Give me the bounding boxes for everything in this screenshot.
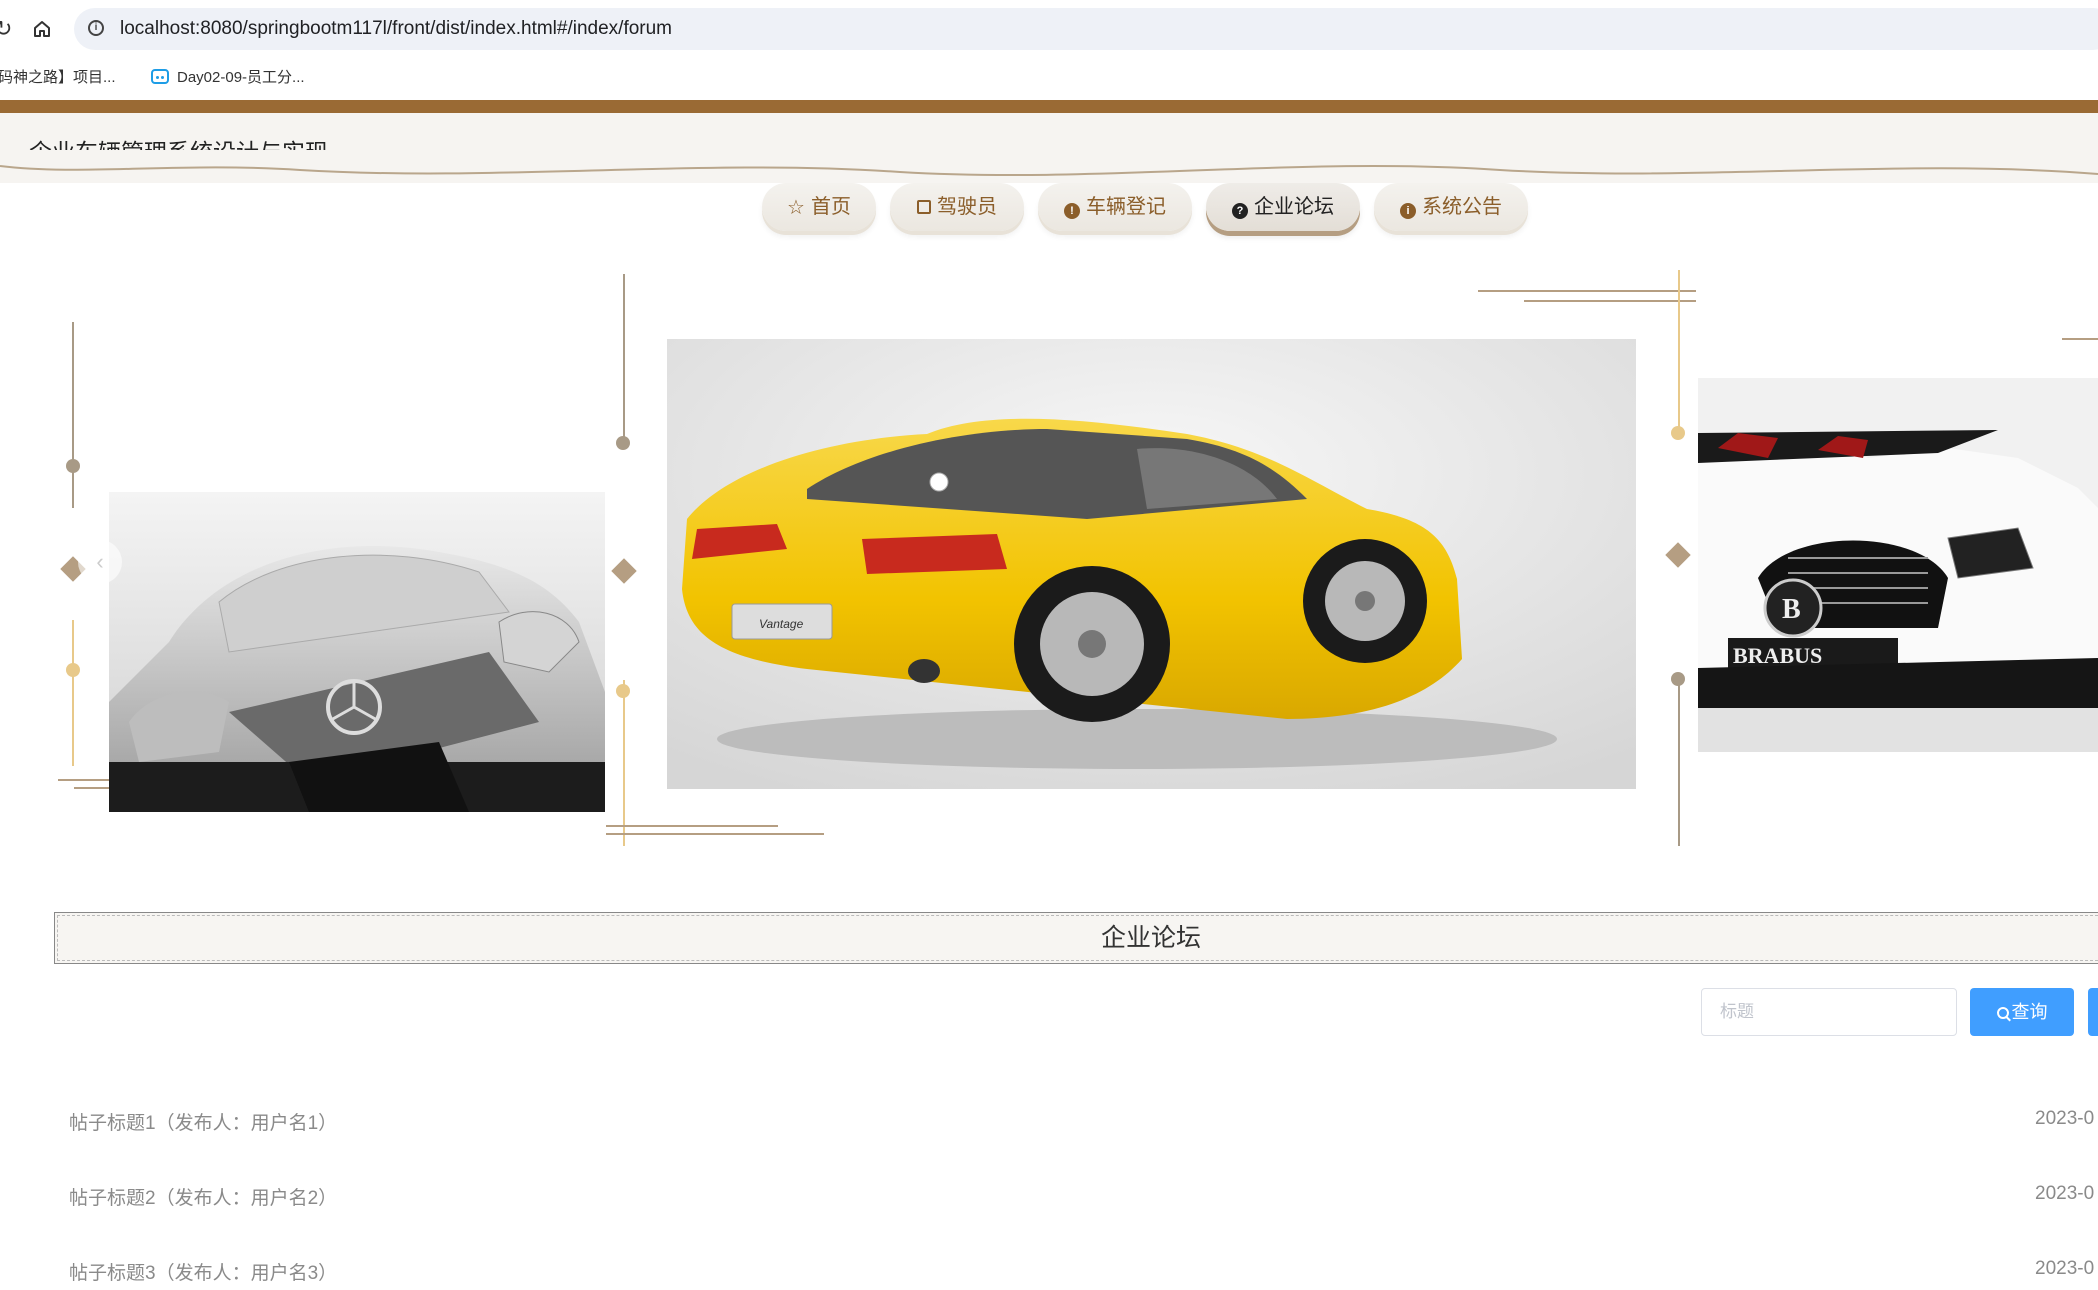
nav-item-announcements[interactable]: i 系统公告: [1374, 183, 1528, 231]
nav-item-forum[interactable]: ? 企业论坛: [1206, 183, 1360, 231]
section-title-text: 企业论坛: [1101, 924, 1202, 952]
url-text[interactable]: localhost:8080/springbootm117l/front/dis…: [120, 18, 672, 40]
vantage-plate-text: Vantage: [759, 617, 804, 631]
search-icon: [1996, 1007, 2009, 1019]
slide-white-brabus[interactable]: B BRABUS: [1698, 378, 2098, 752]
site-info-icon[interactable]: i: [88, 20, 104, 36]
decor-line: [1478, 290, 1696, 292]
title-search-input[interactable]: [1701, 988, 1957, 1036]
slide-silver-mercedes[interactable]: [109, 492, 605, 812]
post-title[interactable]: 帖子标题3（发布人：用户名3）: [69, 1258, 337, 1285]
nav-label: 系统公告: [1422, 196, 1502, 218]
decor-line: [2062, 338, 2098, 340]
bookmarks-bar: 码神之路】项目... Day02-09-员工分...: [0, 58, 2098, 98]
question-circle-icon: ?: [1232, 203, 1248, 219]
carousel-indicator[interactable]: [1156, 1020, 1186, 1034]
white-brabus-convertible-car: B BRABUS: [1698, 378, 2098, 752]
decor-line: [1678, 270, 1680, 436]
post-title[interactable]: 帖子标题1（发布人：用户名1）: [69, 1108, 337, 1135]
bag-icon: [917, 200, 931, 214]
decor-line: [623, 680, 625, 846]
carousel-indicator[interactable]: [1196, 1020, 1210, 1034]
decor-knob: [1671, 672, 1685, 686]
decor-diamond: [611, 558, 637, 584]
decor-knob: [1671, 426, 1685, 440]
browser-chrome: ↻ i localhost:8080/springbootm117l/front…: [0, 0, 2098, 100]
slide-yellow-aston-martin[interactable]: Vantage: [667, 339, 1636, 789]
forum-section-title: 企业论坛: [54, 912, 2098, 964]
address-bar[interactable]: i localhost:8080/springbootm117l/front/d…: [74, 8, 2098, 50]
nav-label: 车辆登记: [1086, 196, 1166, 218]
star-icon: ☆: [787, 197, 805, 219]
info-circle-icon: i: [1400, 203, 1416, 219]
bookmark-label: 码神之路】项目...: [0, 69, 116, 86]
decor-line: [606, 833, 824, 835]
decor-line: [72, 322, 74, 508]
decor-line: [623, 274, 625, 440]
nav-label: 驾驶员: [937, 196, 997, 218]
header-wave-divider: [0, 150, 2098, 177]
decor-line: [72, 620, 74, 766]
carousel-prev-arrow[interactable]: ‹: [78, 540, 122, 584]
add-post-button[interactable]: [2088, 988, 2098, 1036]
bilibili-tv-icon: [151, 69, 169, 84]
decor-line: [606, 825, 778, 827]
decor-knob: [66, 459, 80, 473]
decor-knob: [66, 663, 80, 677]
decor-knob: [616, 684, 630, 698]
nav-label: 企业论坛: [1254, 196, 1334, 218]
decor-line: [1524, 300, 1696, 302]
post-title[interactable]: 帖子标题2（发布人：用户名2）: [69, 1183, 337, 1210]
search-button[interactable]: 查询: [1970, 988, 2074, 1036]
post-date: 2023-0: [2035, 1108, 2095, 1129]
top-brand-strip: [0, 100, 2098, 113]
nav-item-home[interactable]: ☆ 首页: [762, 183, 876, 231]
bookmark-item[interactable]: Day02-09-员工分...: [151, 66, 305, 90]
decor-diamond: [1665, 542, 1691, 568]
exclamation-circle-icon: !: [1064, 203, 1080, 219]
reload-icon[interactable]: ↻: [0, 16, 12, 42]
nav-item-drivers[interactable]: 驾驶员: [890, 183, 1024, 231]
nav-label: 首页: [811, 196, 851, 218]
brabus-badge-text: BRABUS: [1733, 643, 1822, 668]
post-date: 2023-0: [2035, 1258, 2095, 1279]
nav-item-vehicle-registration[interactable]: ! 车辆登记: [1038, 183, 1192, 231]
bookmark-label: Day02-09-员工分...: [177, 69, 305, 86]
carousel-indicator[interactable]: [1220, 1020, 1234, 1034]
decor-line: [1678, 680, 1680, 846]
yellow-aston-martin-car: Vantage: [667, 339, 1636, 789]
bookmark-item[interactable]: 码神之路】项目...: [0, 66, 116, 90]
forum-post-row[interactable]: 帖子标题1（发布人：用户名1） 2023-0: [69, 1100, 2098, 1140]
forum-post-row[interactable]: 帖子标题3（发布人：用户名3） 2023-0: [69, 1250, 2098, 1290]
svg-text:B: B: [1782, 594, 1801, 625]
silver-mercedes-car: [109, 492, 605, 812]
decor-knob: [616, 436, 630, 450]
address-row: ↻ i localhost:8080/springbootm117l/front…: [0, 0, 2098, 58]
car-carousel: ‹ Vantage B BRABUS: [0, 260, 2098, 1034]
forum-post-row[interactable]: 帖子标题2（发布人：用户名2） 2023-0: [69, 1175, 2098, 1215]
post-date: 2023-0: [2035, 1183, 2095, 1204]
home-icon[interactable]: [28, 15, 56, 43]
search-button-label: 查询: [2011, 1002, 2048, 1022]
